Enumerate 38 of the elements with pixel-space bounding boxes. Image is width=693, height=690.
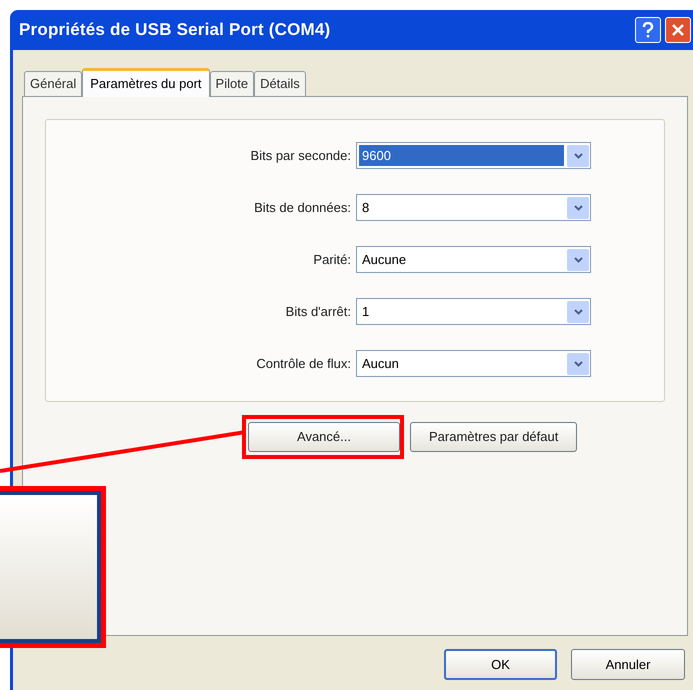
- dropdown-value: 8: [361, 199, 370, 217]
- tab[interactable]: Pilote: [210, 71, 254, 96]
- dialog-button[interactable]: Annuler: [571, 649, 685, 680]
- help-button[interactable]: [635, 17, 661, 43]
- field-label: Contrôle de flux:: [255, 354, 352, 373]
- dialog-button[interactable]: OK: [444, 649, 557, 680]
- field-label: Bits d'arrêt:: [284, 302, 352, 321]
- tab[interactable]: Paramètres du port: [82, 68, 210, 97]
- field-label: Bits par seconde:: [250, 146, 352, 165]
- field-label: Parité:: [312, 250, 352, 269]
- chevron-down-icon: [574, 204, 582, 210]
- dropdown-field[interactable]: Aucun: [356, 350, 591, 377]
- dropdown-field[interactable]: 8: [356, 194, 591, 221]
- dropdown-field[interactable]: 1: [356, 298, 591, 325]
- chevron-down-icon: [574, 360, 582, 366]
- dropdown-field[interactable]: 9600: [356, 142, 591, 169]
- dropdown-button[interactable]: [567, 300, 589, 322]
- dropdown-value: Aucun: [361, 355, 400, 373]
- dropdown-button[interactable]: [567, 352, 589, 374]
- tab[interactable]: Détails: [254, 71, 306, 96]
- dropdown-button[interactable]: [567, 248, 589, 270]
- dialog-button[interactable]: Avancé...: [248, 422, 400, 452]
- question-mark-icon: [642, 22, 654, 38]
- tab[interactable]: Général: [24, 71, 82, 96]
- dropdown-value: 1: [361, 303, 370, 321]
- chevron-down-icon: [574, 308, 582, 314]
- window-title: Propriétés de USB Serial Port (COM4): [19, 19, 330, 42]
- dialog-button[interactable]: Paramètres par défaut: [410, 422, 578, 452]
- dropdown-button[interactable]: [567, 144, 589, 166]
- chevron-down-icon: [574, 152, 582, 158]
- close-button[interactable]: [665, 17, 691, 43]
- dropdown-value: Aucune: [361, 251, 408, 269]
- dropdown-button[interactable]: [567, 196, 589, 218]
- dropdown-field[interactable]: Aucune: [356, 246, 591, 273]
- chevron-down-icon: [574, 256, 582, 262]
- close-icon: [671, 23, 685, 37]
- dropdown-value: 9600: [359, 145, 564, 166]
- field-label: Bits de données:: [253, 198, 352, 217]
